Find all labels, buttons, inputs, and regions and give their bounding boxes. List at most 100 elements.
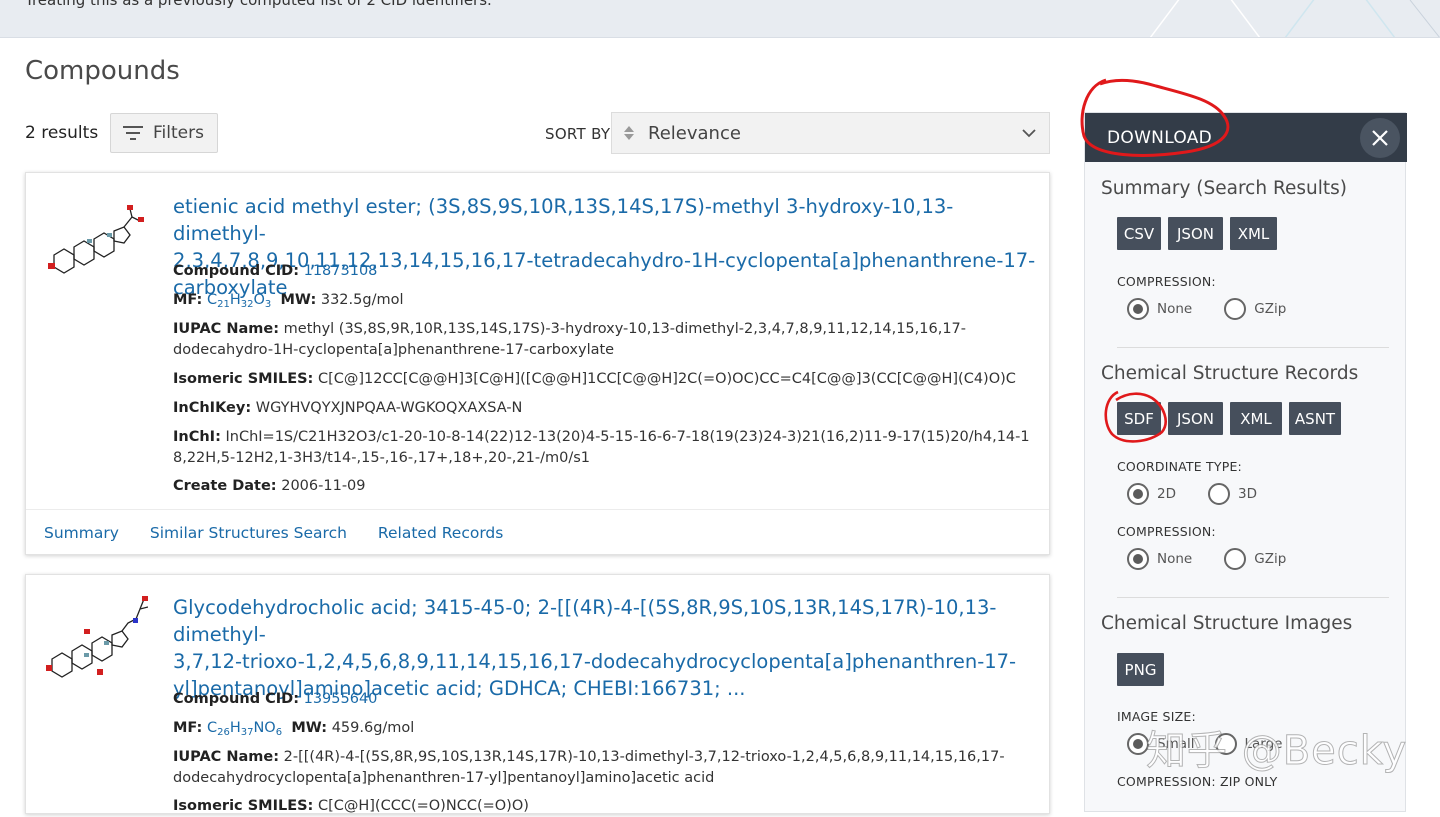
compression-options: None GZip bbox=[1127, 548, 1286, 570]
banner-decoration bbox=[1149, 0, 1440, 37]
filter-icon bbox=[123, 126, 143, 140]
result-count: 2 results bbox=[25, 123, 99, 143]
summary-format-buttons: CSV JSON XML bbox=[1117, 217, 1277, 250]
inchi-row: InChI: InChI=1S/C21H32O3/c1-20-10-8-14(2… bbox=[173, 427, 1043, 469]
mf-row: MF: C26H37NO6 MW: 459.6g/mol bbox=[173, 718, 1043, 743]
structure-records-title: Chemical Structure Records bbox=[1101, 363, 1359, 384]
iupac-value: methyl (3S,8S,9R,10R,13S,14S,17S)-3-hydr… bbox=[173, 321, 967, 358]
smiles-value: C[C@H](CCC(=O)NCC(=O)O) bbox=[317, 798, 529, 814]
asnt-button[interactable]: ASNT bbox=[1289, 402, 1341, 435]
formula-link[interactable]: C26H37NO6 bbox=[207, 720, 282, 738]
filters-button[interactable]: Filters bbox=[110, 113, 218, 153]
records-format-buttons: SDF JSON XML ASNT bbox=[1117, 402, 1341, 435]
cid-link[interactable]: 11873108 bbox=[304, 263, 378, 279]
smiles-row: Isomeric SMILES: C[C@]12CC[C@@H]3[C@H]([… bbox=[173, 369, 1043, 390]
banner-text: Treating this as a previously computed l… bbox=[25, 0, 492, 9]
card-links: Summary Similar Structures Search Relate… bbox=[26, 509, 1049, 555]
smiles-value: C[C@]12CC[C@@H]3[C@H]([C@@H]1CC[C@@H]2C(… bbox=[317, 371, 1016, 387]
images-format-buttons: PNG bbox=[1117, 653, 1164, 686]
structure-images-title: Chemical Structure Images bbox=[1101, 613, 1353, 634]
date-row: Create Date: 2006-11-09 bbox=[173, 476, 1043, 497]
gzip-radio[interactable] bbox=[1224, 548, 1247, 570]
3d-label: 3D bbox=[1237, 486, 1257, 502]
sort-updown-icon bbox=[622, 125, 636, 141]
summary-section-title: Summary (Search Results) bbox=[1101, 178, 1347, 199]
cid-row: Compound CID: 11873108 bbox=[173, 261, 1043, 282]
mw-label: MW: bbox=[291, 720, 328, 736]
date-label: Create Date: bbox=[173, 478, 277, 494]
coordinate-type-label: COORDINATE TYPE: bbox=[1117, 459, 1242, 474]
divider bbox=[1117, 597, 1389, 598]
mw-value: 459.6g/mol bbox=[331, 720, 415, 736]
compound-title-line: Glycodehydrocholic acid; 3415-45-0; 2-[[… bbox=[173, 596, 997, 646]
compound-title-line: etienic acid methyl ester; (3S,8S,9S,10R… bbox=[173, 195, 954, 245]
compound-card: Glycodehydrocholic acid; 3415-45-0; 2-[[… bbox=[25, 574, 1050, 814]
inchikey-label: InChIKey: bbox=[173, 400, 252, 416]
cid-row: Compound CID: 13955640 bbox=[173, 689, 1043, 710]
inchikey-row: InChIKey: WGYHVQYXJNPQAA-WGKOQXAXSA-N bbox=[173, 398, 1043, 419]
smiles-row: Isomeric SMILES: C[C@H](CCC(=O)NCC(=O)O) bbox=[173, 796, 1043, 817]
download-title: DOWNLOAD bbox=[1107, 127, 1213, 148]
none-radio[interactable] bbox=[1127, 548, 1149, 570]
xml-button[interactable]: XML bbox=[1230, 217, 1277, 250]
csv-button[interactable]: CSV bbox=[1117, 217, 1161, 250]
inchi-label: InChI: bbox=[173, 429, 221, 445]
compression-label: COMPRESSION: bbox=[1117, 524, 1216, 539]
smiles-label: Isomeric SMILES: bbox=[173, 371, 314, 387]
mw-label: MW: bbox=[280, 292, 317, 308]
sort-select[interactable]: Relevance bbox=[611, 112, 1050, 154]
sdf-button[interactable]: SDF bbox=[1117, 402, 1161, 435]
filters-label: Filters bbox=[153, 123, 204, 143]
date-value: 2006-11-09 bbox=[281, 478, 366, 494]
iupac-row: IUPAC Name: 2-[[(4R)-4-[(5S,8R,9S,10S,13… bbox=[173, 747, 1043, 789]
structure-thumbnail[interactable] bbox=[44, 593, 148, 683]
iupac-label: IUPAC Name: bbox=[173, 321, 280, 337]
compression-options: None GZip bbox=[1127, 298, 1286, 320]
mf-label: MF: bbox=[173, 720, 203, 736]
png-button[interactable]: PNG bbox=[1117, 653, 1164, 686]
compound-title-line: 3,7,12-trioxo-1,2,4,5,6,8,9,11,14,15,16,… bbox=[173, 650, 1017, 673]
2d-label: 2D bbox=[1157, 486, 1176, 502]
iupac-label: IUPAC Name: bbox=[173, 749, 280, 765]
download-header: DOWNLOAD bbox=[1085, 113, 1407, 162]
related-records-link[interactable]: Related Records bbox=[378, 524, 503, 542]
compound-title-link[interactable]: Glycodehydrocholic acid; 3415-45-0; 2-[[… bbox=[173, 594, 1043, 702]
divider bbox=[1117, 347, 1389, 348]
json-button[interactable]: JSON bbox=[1168, 402, 1223, 435]
2d-radio[interactable] bbox=[1127, 483, 1149, 505]
none-label: None bbox=[1157, 301, 1193, 317]
gzip-radio[interactable] bbox=[1224, 298, 1247, 320]
mw-value: 332.5g/mol bbox=[320, 292, 404, 308]
iupac-value: 2-[[(4R)-4-[(5S,8R,9S,10S,13R,14S,17R)-1… bbox=[173, 749, 1005, 786]
iupac-row: IUPAC Name: methyl (3S,8S,9R,10R,13S,14S… bbox=[173, 319, 1043, 361]
similar-structures-link[interactable]: Similar Structures Search bbox=[150, 524, 347, 542]
close-button[interactable] bbox=[1360, 118, 1400, 158]
zip-only-label: COMPRESSION: ZIP ONLY bbox=[1117, 774, 1278, 789]
page-title: Compounds bbox=[25, 56, 180, 86]
formula-link[interactable]: C21H32O3 bbox=[207, 292, 271, 310]
mf-label: MF: bbox=[173, 292, 203, 308]
chevron-down-icon bbox=[1022, 129, 1036, 138]
sort-value: Relevance bbox=[648, 122, 741, 144]
compression-label: COMPRESSION: bbox=[1117, 274, 1216, 289]
mf-row: MF: C21H32O3 MW: 332.5g/mol bbox=[173, 290, 1043, 315]
watermark: 知乎 @Becky bbox=[1145, 728, 1408, 775]
json-button[interactable]: JSON bbox=[1168, 217, 1223, 250]
3d-radio[interactable] bbox=[1207, 483, 1230, 505]
cid-link[interactable]: 13955640 bbox=[304, 691, 378, 707]
cid-label: Compound CID: bbox=[173, 691, 299, 707]
xml-button[interactable]: XML bbox=[1230, 402, 1282, 435]
sort-label: SORT BY bbox=[545, 125, 611, 143]
cid-label: Compound CID: bbox=[173, 263, 299, 279]
structure-thumbnail[interactable] bbox=[44, 201, 148, 281]
gzip-label: GZip bbox=[1254, 301, 1287, 317]
close-icon bbox=[1372, 130, 1388, 146]
inchikey-value: WGYHVQYXJNPQAA-WGKOQXAXSA-N bbox=[255, 400, 523, 416]
summary-link[interactable]: Summary bbox=[44, 524, 119, 542]
inchi-value: InChI=1S/C21H32O3/c1-20-10-8-14(22)12-13… bbox=[173, 429, 1030, 466]
compound-title-link[interactable]: etienic acid methyl ester; (3S,8S,9S,10R… bbox=[173, 193, 1043, 301]
download-panel: DOWNLOAD Summary (Search Results) CSV JS… bbox=[1084, 112, 1407, 812]
none-radio[interactable] bbox=[1127, 298, 1149, 320]
gzip-label: GZip bbox=[1254, 551, 1287, 567]
smiles-label: Isomeric SMILES: bbox=[173, 798, 314, 814]
